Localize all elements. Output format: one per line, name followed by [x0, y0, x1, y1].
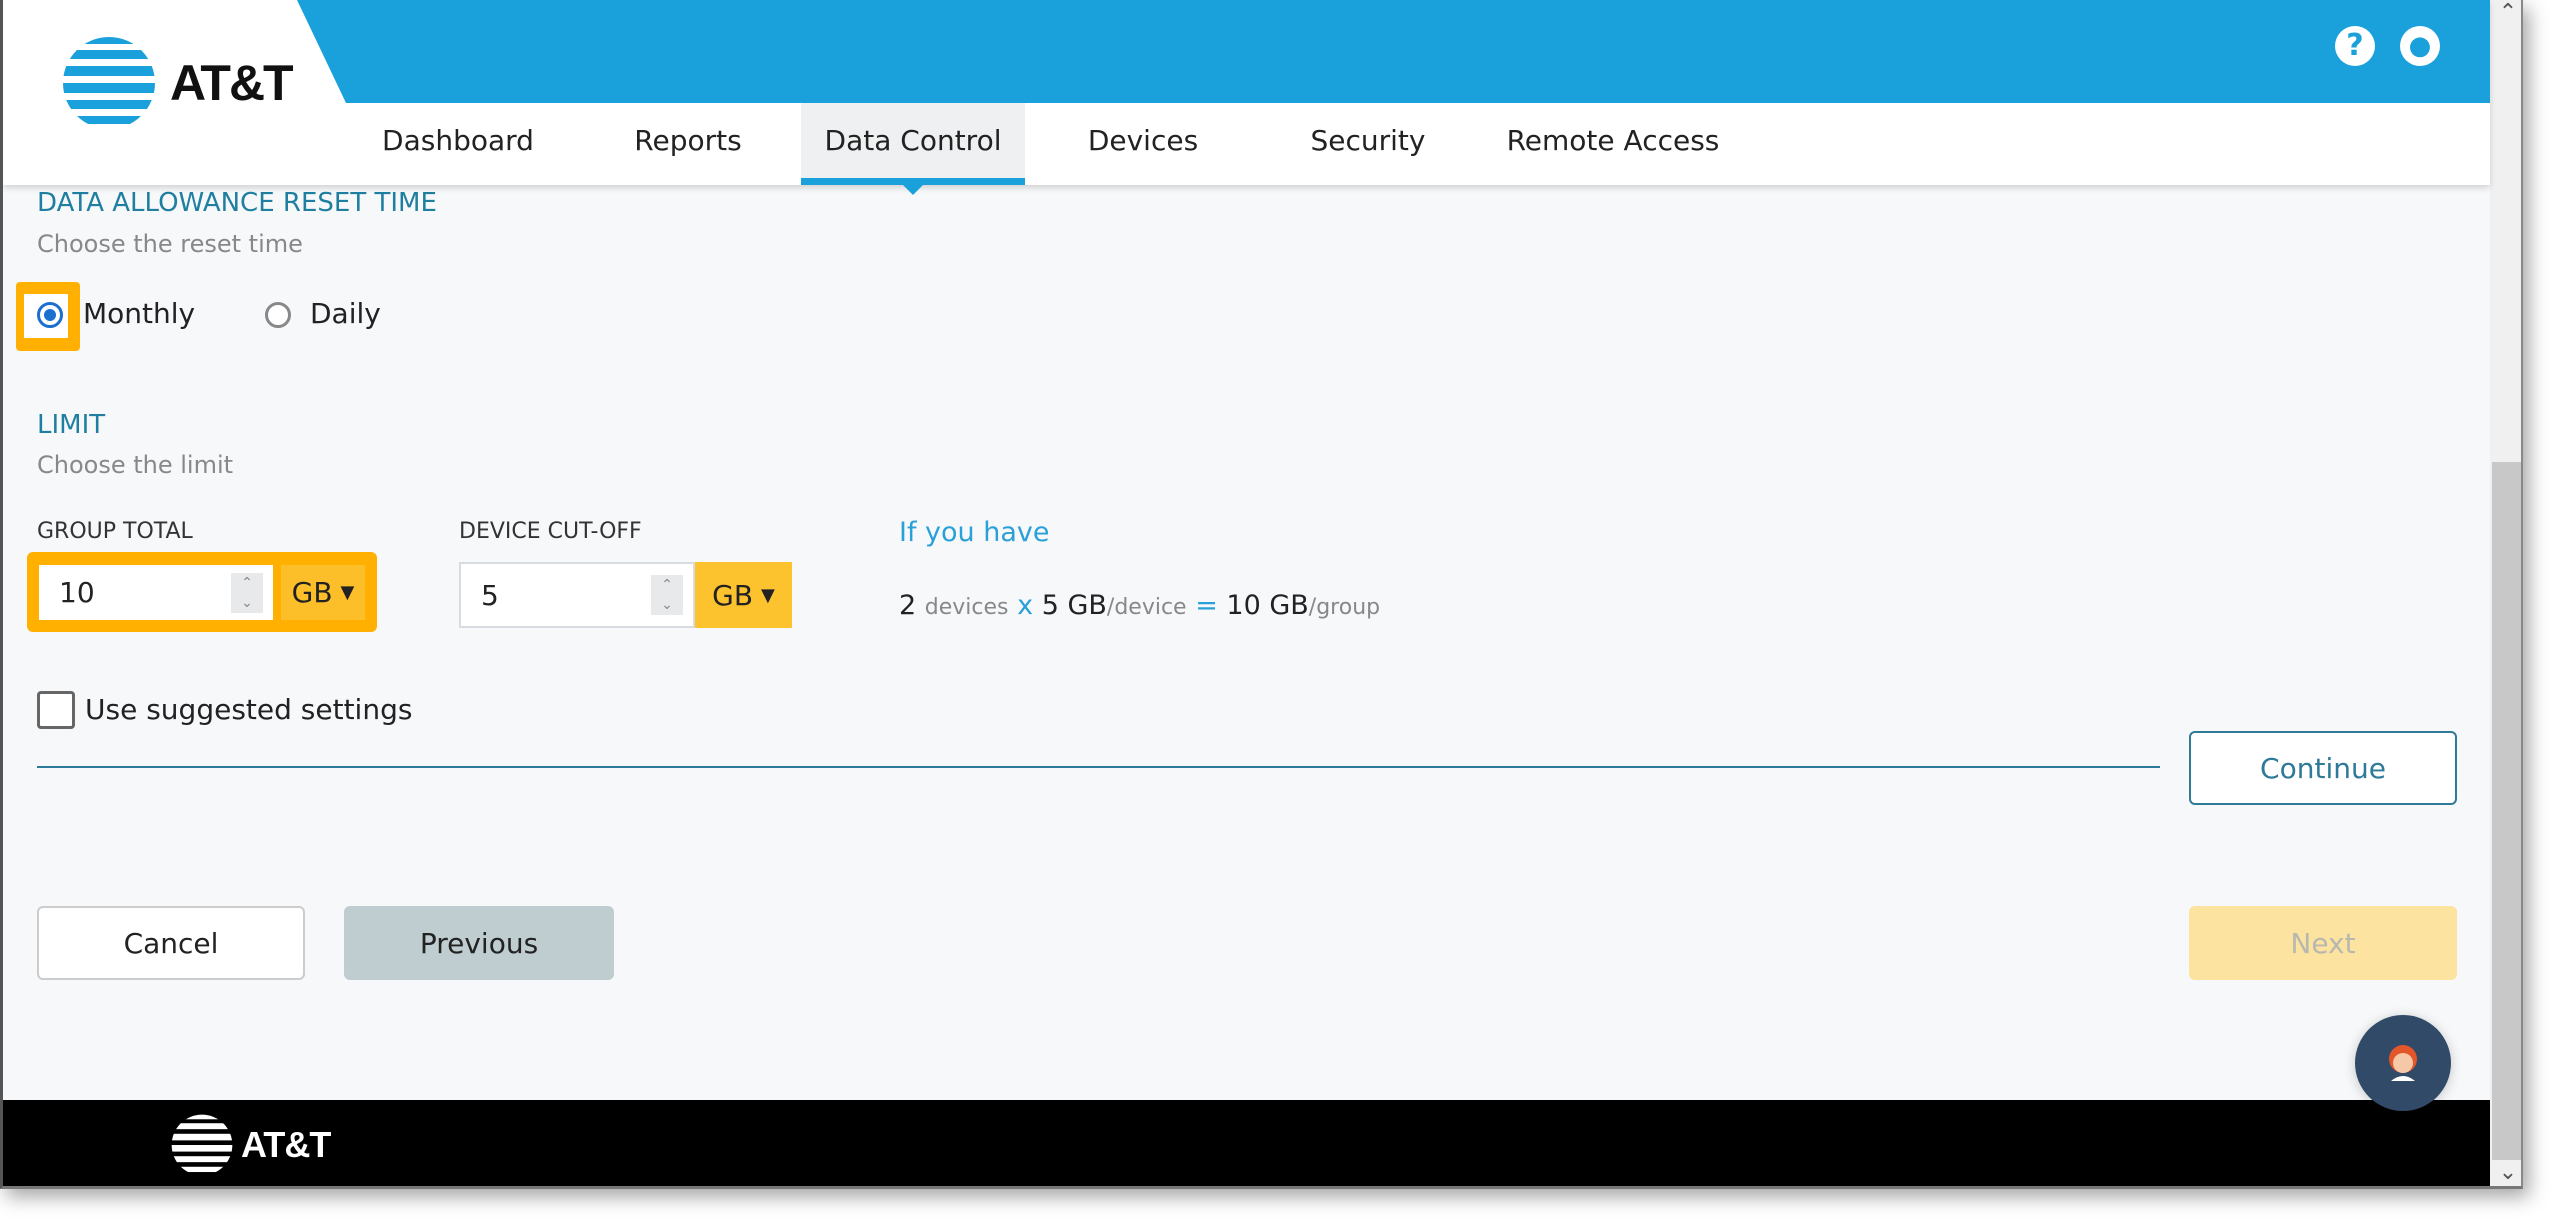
- number-spinner[interactable]: ⌃ ⌄: [231, 572, 263, 613]
- tab-dashboard[interactable]: Dashboard: [363, 103, 553, 185]
- devices-unit: devices: [924, 595, 1009, 620]
- group-unit: /group: [1308, 595, 1381, 620]
- main-nav: Dashboard Reports Data Control Devices S…: [3, 103, 2490, 195]
- device-cutoff-input[interactable]: 5 ⌃ ⌄: [459, 562, 695, 628]
- unit-value: GB: [291, 576, 333, 609]
- group-total-value: 10: [59, 576, 95, 609]
- device-count: 2: [899, 590, 917, 621]
- scroll-down-icon[interactable]: ⌄: [2490, 1160, 2521, 1186]
- continue-button[interactable]: Continue: [2189, 731, 2457, 805]
- radio-monthly[interactable]: [37, 302, 63, 328]
- group-total-result: 10 GB: [1226, 590, 1309, 621]
- tab-devices[interactable]: Devices: [1063, 103, 1223, 185]
- radio-daily[interactable]: [265, 302, 291, 328]
- tab-data-control[interactable]: Data Control: [801, 103, 1025, 195]
- footer-logo: AT&T: [171, 1114, 331, 1176]
- caret-down-icon: ▼: [340, 582, 355, 603]
- limit-title: LIMIT: [37, 410, 106, 440]
- header-banner: [297, 0, 2490, 103]
- number-spinner[interactable]: ⌃ ⌄: [651, 575, 683, 615]
- tab-reports[interactable]: Reports: [613, 103, 763, 185]
- avatar-icon: [2389, 1045, 2417, 1081]
- unit-value: GB: [712, 578, 754, 612]
- footer: AT&T: [3, 1100, 2490, 1186]
- reset-title: DATA ALLOWANCE RESET TIME: [37, 188, 437, 218]
- globe-icon: [171, 1114, 233, 1173]
- suggested-label: Use suggested settings: [85, 693, 413, 726]
- device-cutoff-label: DEVICE CUT-OFF: [459, 519, 642, 544]
- tab-remote-access[interactable]: Remote Access: [1493, 103, 1733, 185]
- per-device: 5 GB: [1041, 590, 1107, 621]
- per-device-unit: /device: [1106, 595, 1187, 620]
- device-cutoff-unit-select[interactable]: GB ▼: [695, 562, 792, 628]
- multiply-sign: x: [1017, 590, 1034, 621]
- info-heading: If you have: [899, 517, 1050, 548]
- cancel-button[interactable]: Cancel: [37, 906, 305, 980]
- info-equation: 2 devices x 5 GB/device = 10 GB/group: [899, 590, 1380, 621]
- user-circle-icon[interactable]: ●: [2400, 26, 2440, 66]
- next-button[interactable]: Next: [2189, 906, 2457, 980]
- scroll-up-icon[interactable]: ⌃: [2490, 0, 2521, 32]
- suggested-checkbox[interactable]: [37, 691, 75, 729]
- group-total-unit-select[interactable]: GB ▼: [281, 565, 365, 620]
- reset-subtitle: Choose the reset time: [37, 230, 303, 258]
- equals-sign: =: [1195, 590, 1218, 621]
- scrollbar-thumb[interactable]: [2492, 462, 2521, 1160]
- radio-daily-label: Daily: [310, 297, 381, 330]
- previous-button[interactable]: Previous: [344, 906, 614, 980]
- scrollbar[interactable]: ⌃ ⌄: [2490, 0, 2521, 1186]
- question-circle-icon[interactable]: ?: [2335, 26, 2375, 66]
- device-cutoff-value: 5: [481, 578, 499, 612]
- group-total-input[interactable]: 10 ⌃ ⌄: [39, 565, 273, 620]
- tab-security[interactable]: Security: [1283, 103, 1453, 185]
- footer-brand: AT&T: [241, 1124, 331, 1165]
- limit-subtitle: Choose the limit: [37, 451, 234, 479]
- radio-monthly-label: Monthly: [83, 297, 196, 330]
- header: AT&T ? ● Dashboard Reports Data Control …: [3, 0, 2490, 195]
- group-total-label: GROUP TOTAL: [37, 519, 193, 544]
- divider: [37, 766, 2160, 768]
- app-window: AT&T ? ● Dashboard Reports Data Control …: [0, 0, 2523, 1189]
- caret-down-icon: ▼: [761, 584, 775, 606]
- chat-assistant-button[interactable]: [2355, 1015, 2451, 1111]
